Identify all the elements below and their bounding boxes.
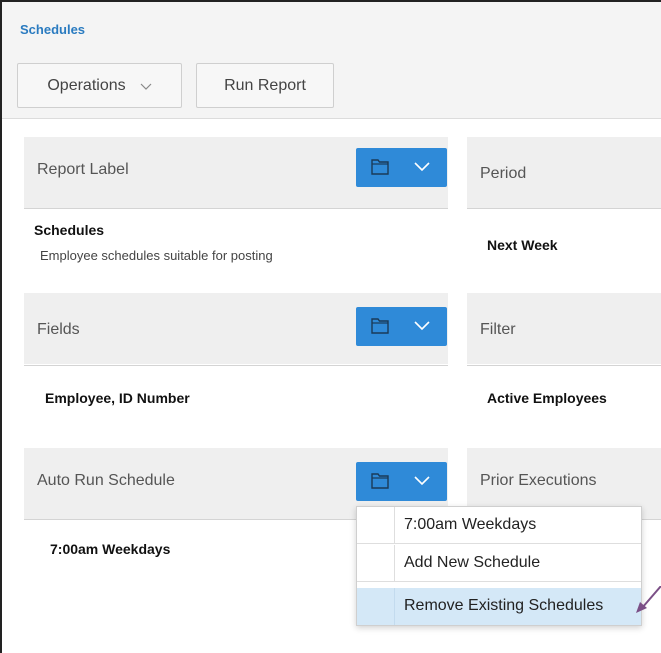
chevron-down-icon (140, 83, 152, 90)
pointer-arrow-icon (636, 586, 661, 613)
operations-dropdown-button[interactable]: Operations (17, 63, 182, 108)
fields-panel-header: Fields (24, 293, 448, 364)
menu-item-label: 7:00am Weekdays (404, 516, 537, 533)
report-label-heading: Report Label (37, 161, 129, 178)
fields-value: Employee, ID Number (45, 390, 190, 406)
auto-run-options-button[interactable] (356, 462, 447, 501)
chevron-down-icon (414, 321, 430, 331)
divider (467, 365, 661, 366)
prior-executions-heading: Prior Executions (480, 472, 597, 489)
title-bar: Schedules (2, 2, 661, 54)
divider (24, 365, 448, 366)
auto-run-heading: Auto Run Schedule (37, 472, 175, 489)
report-label-value: Schedules (34, 222, 105, 238)
menu-item-label: Remove Existing Schedules (404, 597, 604, 614)
report-label-options-button[interactable] (356, 148, 447, 187)
menu-item-gutter (357, 588, 395, 625)
chevron-down-icon (414, 476, 430, 486)
fields-options-button[interactable] (356, 307, 447, 346)
filter-value: Active Employees (487, 390, 607, 406)
fields-heading: Fields (37, 321, 80, 338)
schedule-dropdown-menu: 7:00am Weekdays Add New Schedule Remove … (356, 506, 642, 626)
divider (24, 208, 448, 209)
run-report-button[interactable]: Run Report (196, 63, 334, 108)
menu-item-schedule[interactable]: 7:00am Weekdays (357, 507, 641, 544)
folder-icon (371, 318, 389, 334)
menu-item-remove-existing-schedules[interactable]: Remove Existing Schedules (357, 588, 641, 625)
period-value: Next Week (487, 237, 558, 253)
chevron-down-icon (414, 162, 430, 172)
report-label-panel-header: Report Label (24, 137, 448, 208)
run-report-label: Run Report (224, 76, 306, 94)
filter-panel-header: Filter (467, 293, 661, 364)
report-label-description: Employee schedules suitable for posting (40, 248, 273, 263)
menu-item-add-new-schedule[interactable]: Add New Schedule (357, 545, 641, 582)
folder-icon (371, 159, 389, 175)
page-title: Schedules (20, 22, 86, 37)
divider (467, 208, 661, 209)
toolbar: Operations Run Report (2, 54, 661, 119)
menu-item-gutter (357, 507, 395, 543)
menu-item-gutter (357, 545, 395, 581)
auto-run-value: 7:00am Weekdays (50, 541, 171, 557)
menu-item-label: Add New Schedule (404, 554, 541, 571)
operations-label: Operations (47, 76, 126, 94)
filter-heading: Filter (480, 321, 516, 338)
period-heading: Period (480, 165, 527, 182)
folder-icon (371, 473, 389, 489)
period-panel-header: Period (467, 137, 661, 208)
